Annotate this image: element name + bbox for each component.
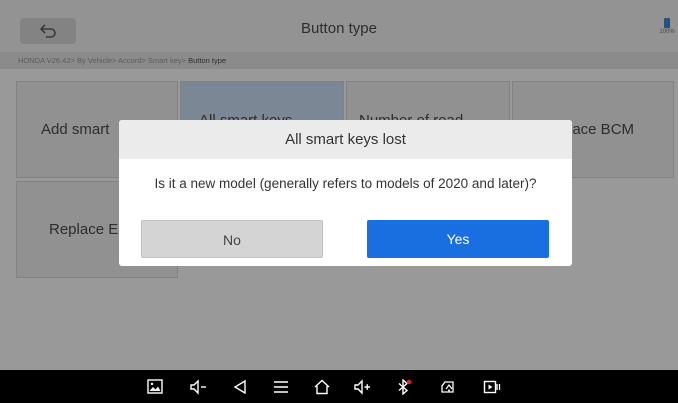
- menu-icon[interactable]: [272, 379, 290, 395]
- dialog-message: Is it a new model (generally refers to m…: [154, 176, 537, 191]
- home-icon[interactable]: [313, 379, 331, 395]
- back-icon[interactable]: [231, 379, 249, 395]
- system-navigation-bar: [0, 370, 678, 403]
- bluetooth-icon[interactable]: [395, 379, 413, 395]
- yes-button[interactable]: Yes: [367, 220, 549, 258]
- volume-up-icon[interactable]: [353, 379, 371, 395]
- confirm-dialog: All smart keys lost Is it a new model (g…: [119, 120, 572, 266]
- no-button[interactable]: No: [141, 220, 323, 258]
- volume-down-icon[interactable]: [189, 379, 207, 395]
- screen-record-icon[interactable]: [483, 379, 501, 395]
- vci-icon[interactable]: [439, 379, 457, 395]
- dialog-title: All smart keys lost: [119, 120, 572, 159]
- screenshot-icon[interactable]: [146, 379, 164, 395]
